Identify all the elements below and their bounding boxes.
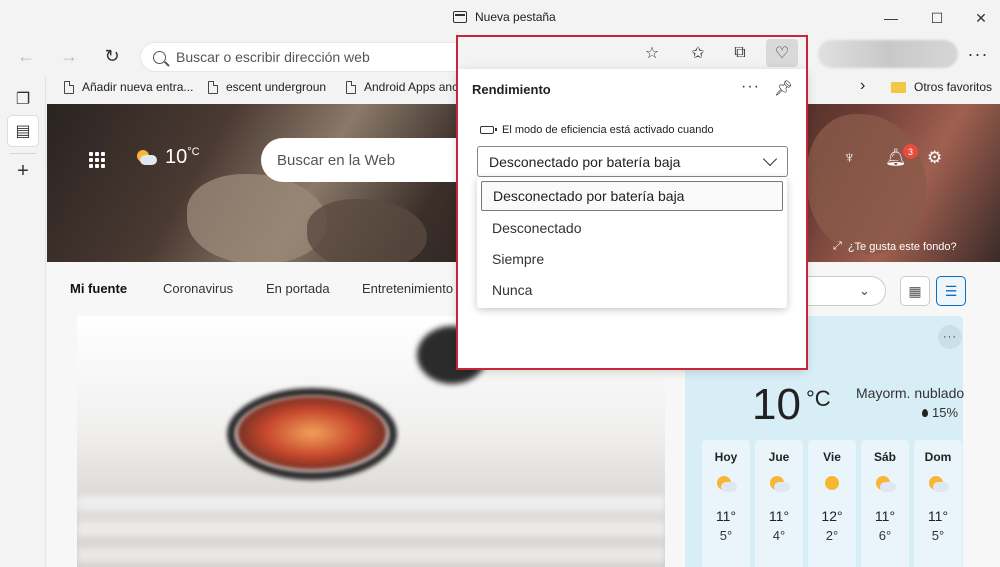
forecast-day[interactable]: Dom 11° 5°: [914, 440, 962, 567]
tab-mi-fuente[interactable]: Mi fuente: [70, 281, 127, 296]
hero-weather[interactable]: 10°C: [135, 146, 200, 169]
tab-en-portada[interactable]: En portada: [266, 281, 330, 296]
efficiency-options-list: Desconectado por batería baja Desconecta…: [477, 177, 787, 308]
forecast-day[interactable]: Jue 11° 4°: [755, 440, 803, 567]
tab-actions-icon[interactable]: ❐: [8, 84, 38, 114]
add-tab-icon[interactable]: +: [8, 156, 38, 186]
forward-button[interactable]: →: [55, 42, 83, 70]
bg-shape: [807, 114, 927, 254]
bg-shape: [187, 174, 327, 264]
pin-icon[interactable]: 📌︎: [774, 79, 793, 97]
minimize-button[interactable]: —: [876, 6, 906, 30]
blurred-headline: [77, 496, 665, 567]
other-favorites-folder[interactable]: Otros favoritos: [891, 80, 992, 94]
battery-icon: [480, 126, 497, 134]
favorite-item[interactable]: Android Apps anc: [346, 80, 458, 94]
partly-cloudy-icon: [927, 476, 949, 494]
sunny-icon: [821, 476, 843, 494]
maximize-button[interactable]: ☐: [922, 6, 952, 30]
favorite-item[interactable]: Añadir nueva entra...: [64, 80, 193, 94]
title-bar: Nueva pestaña — ☐ ✕: [0, 0, 1000, 36]
profile-area[interactable]: [818, 40, 958, 68]
efficiency-mode-select[interactable]: Desconectado por batería baja: [477, 146, 788, 177]
page-settings-gear-icon[interactable]: ⚙: [927, 148, 942, 168]
tab-entretenimiento[interactable]: Entretenimiento: [362, 281, 453, 296]
chevron-down-icon: [762, 151, 778, 167]
folder-icon: [891, 81, 906, 93]
page-icon: [208, 80, 218, 94]
tab-coronavirus[interactable]: Coronavirus: [163, 281, 233, 296]
weather-precipitation: 15%: [922, 405, 958, 420]
back-button[interactable]: ←: [12, 42, 40, 70]
expand-icon: ⤢: [833, 240, 842, 252]
notification-count-badge: 3: [903, 144, 918, 159]
search-icon: [153, 50, 166, 64]
page-icon: [64, 80, 74, 94]
list-view-button[interactable]: ☰: [936, 276, 966, 306]
new-tab-icon[interactable]: ▤: [8, 116, 38, 146]
toolbar-icon-strip: ☆ ✩ ⧉ ♡: [458, 37, 806, 69]
bg-shape: [307, 199, 427, 269]
option-siempre[interactable]: Siempre: [481, 244, 783, 274]
weather-more-button[interactable]: ···: [938, 325, 962, 349]
settings-more-button[interactable]: ···: [964, 40, 992, 68]
feed-layout-select[interactable]: ⌄: [804, 276, 886, 306]
panel-title: Rendimiento: [472, 82, 551, 97]
forecast-day[interactable]: Sáb 11° 6°: [861, 440, 909, 567]
add-favorite-icon[interactable]: ☆: [636, 39, 668, 67]
weather-temperature: 10: [752, 380, 801, 429]
background-feedback[interactable]: ⤢ ¿Te gusta este fondo?: [833, 240, 957, 253]
close-button[interactable]: ✕: [966, 6, 996, 30]
forecast-day[interactable]: Vie 12° 2°: [808, 440, 856, 567]
performance-heart-icon[interactable]: ♡: [766, 39, 798, 67]
option-nunca[interactable]: Nunca: [481, 275, 783, 305]
option-bateria-baja[interactable]: Desconectado por batería baja: [481, 181, 783, 211]
raindrop-icon: [922, 408, 928, 417]
partly-cloudy-icon: [135, 149, 157, 166]
window-title: Nueva pestaña: [453, 10, 556, 24]
partly-cloudy-icon: [715, 476, 737, 494]
vertical-tabs-sidebar: ❐ ▤ +: [0, 76, 46, 567]
address-bar[interactable]: Buscar o escribir dirección web: [140, 42, 460, 72]
favorites-icon[interactable]: ✩: [682, 39, 714, 67]
refresh-button[interactable]: ↻: [98, 42, 126, 70]
collections-icon[interactable]: ⧉: [724, 39, 756, 67]
partly-cloudy-icon: [874, 476, 896, 494]
efficiency-mode-label: El modo de eficiencia está activado cuan…: [480, 124, 714, 136]
sidebar-divider: [10, 153, 36, 154]
window-title-text: Nueva pestaña: [475, 10, 556, 24]
partly-cloudy-icon: [768, 476, 790, 494]
tab-icon: [453, 11, 467, 23]
rewards-icon[interactable]: ♆: [843, 148, 856, 168]
news-image-shape: [237, 396, 387, 470]
grid-view-button[interactable]: ▦: [900, 276, 930, 306]
apps-grid-icon[interactable]: [89, 152, 105, 168]
weather-description: Mayorm. nublado: [856, 385, 965, 401]
weather-unit: °C: [806, 386, 831, 411]
forecast-day[interactable]: Hoy 11° 5°: [702, 440, 750, 567]
address-placeholder: Buscar o escribir dirección web: [176, 49, 370, 65]
favorite-item[interactable]: escent undergroun: [208, 80, 326, 94]
panel-more-icon[interactable]: ···: [741, 78, 760, 96]
option-desconectado[interactable]: Desconectado: [481, 213, 783, 243]
chevron-down-icon: ⌄: [859, 283, 870, 298]
favorites-overflow-chevron-icon[interactable]: ›: [860, 77, 865, 95]
page-icon: [346, 80, 356, 94]
